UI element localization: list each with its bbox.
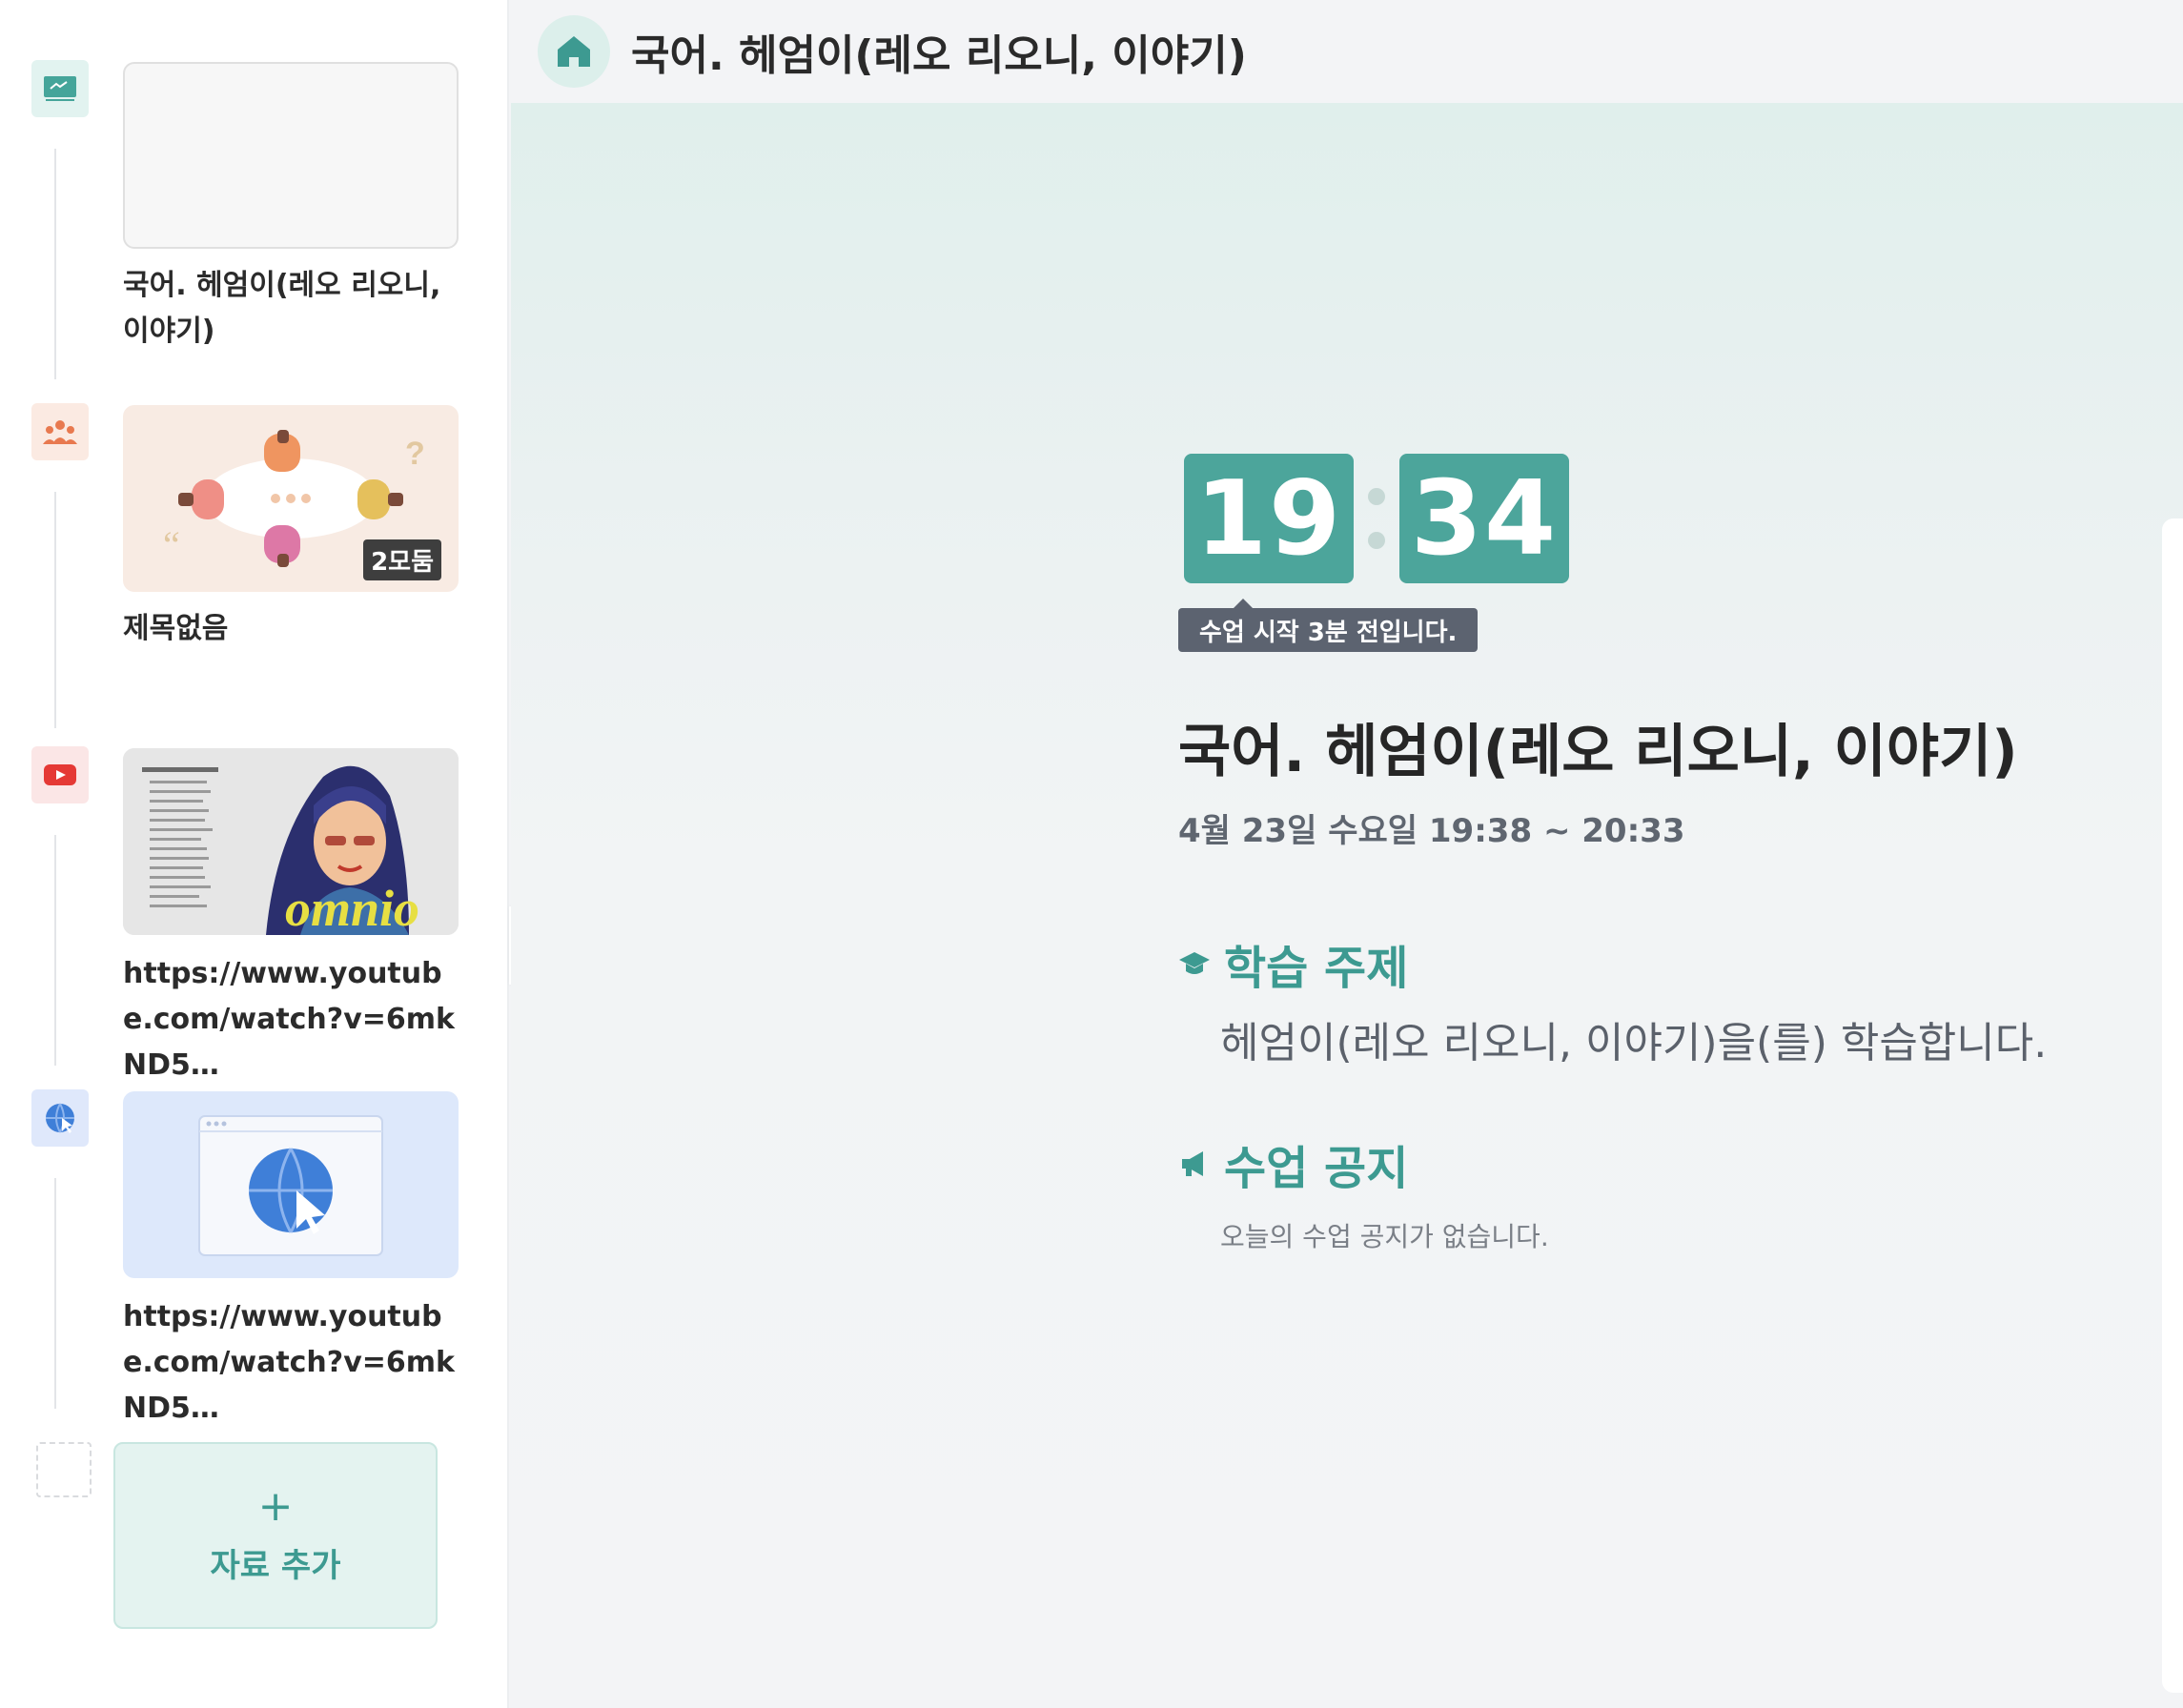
page-title: 국어. 헤엄이(레오 리오니, 이야기) (631, 31, 1247, 80)
notice-heading-text: 수업 공지 (1224, 1142, 1409, 1195)
svg-text:omnio: omnio (285, 880, 419, 935)
whiteboard-thumbnail[interactable] (123, 62, 459, 249)
home-button[interactable] (538, 15, 610, 88)
top-header: 국어. 헤엄이(레오 리오니, 이야기) (511, 0, 2183, 103)
clock-minutes: 34 (1399, 454, 1569, 583)
svg-text:“: “ (163, 523, 180, 566)
youtube-icon (31, 746, 89, 803)
timeline-connector (54, 835, 56, 1066)
web-link-icon (31, 1089, 89, 1147)
timeline-connector (54, 492, 56, 728)
topic-heading: 학습 주제 (1178, 930, 1408, 997)
home-icon (558, 36, 590, 67)
clock: 19 34 (1184, 454, 1569, 583)
lesson-title: 국어. 헤엄이(레오 리오니, 이야기) (1178, 719, 2018, 785)
add-material-button[interactable]: + 자료 추가 (113, 1442, 438, 1629)
sidebar-item-label[interactable]: https://www.youtube.com/watch?v=6mkND5… (123, 951, 466, 1088)
add-placeholder-slot (36, 1442, 92, 1497)
svg-text:?: ? (405, 436, 425, 472)
group-activity-thumbnail[interactable]: ? “ 2모둠 (123, 405, 459, 592)
notice-text: 오늘의 수업 공지가 없습니다. (1220, 1221, 1549, 1252)
sidebar-item-label[interactable]: 국어. 헤엄이(레오 리오니, 이야기) (123, 263, 466, 355)
lesson-time: 4월 23일 수요일 19:38 ~ 20:33 (1178, 812, 1685, 850)
group-count-badge: 2모둠 (363, 539, 441, 580)
whiteboard-icon (31, 60, 89, 117)
lesson-main: 19 34 수업 시작 3분 전입니다. 국어. 헤엄이(레오 리오니, 이야기… (511, 103, 2183, 1708)
material-sidebar: 국어. 헤엄이(레오 리오니, 이야기) ? “ 2모둠 제목없음 omnio … (0, 0, 509, 1708)
plus-icon: + (257, 1481, 294, 1531)
timeline-connector (54, 1178, 56, 1409)
clock-separator (1354, 488, 1399, 549)
sidebar-item-label[interactable]: https://www.youtube.com/watch?v=6mkND5… (123, 1294, 466, 1432)
add-material-label: 자료 추가 (210, 1546, 341, 1585)
topic-heading-text: 학습 주제 (1224, 942, 1409, 995)
sidebar-item-label[interactable]: 제목없음 (123, 606, 466, 652)
graduation-cap-icon (1178, 947, 1211, 980)
notice-heading: 수업 공지 (1178, 1130, 1408, 1197)
megaphone-icon (1178, 1148, 1211, 1180)
timeline-connector (54, 149, 56, 379)
topic-text: 헤엄이(레오 리오니, 이야기)을(를) 학습합니다. (1220, 1019, 2048, 1068)
group-icon (31, 403, 89, 460)
start-countdown-tooltip: 수업 시작 3분 전입니다. (1178, 599, 1479, 652)
clock-hours: 19 (1184, 454, 1354, 583)
web-link-thumbnail[interactable] (123, 1091, 459, 1278)
right-panel-edge (2162, 518, 2183, 1693)
video-thumbnail[interactable]: omnio (123, 748, 459, 935)
